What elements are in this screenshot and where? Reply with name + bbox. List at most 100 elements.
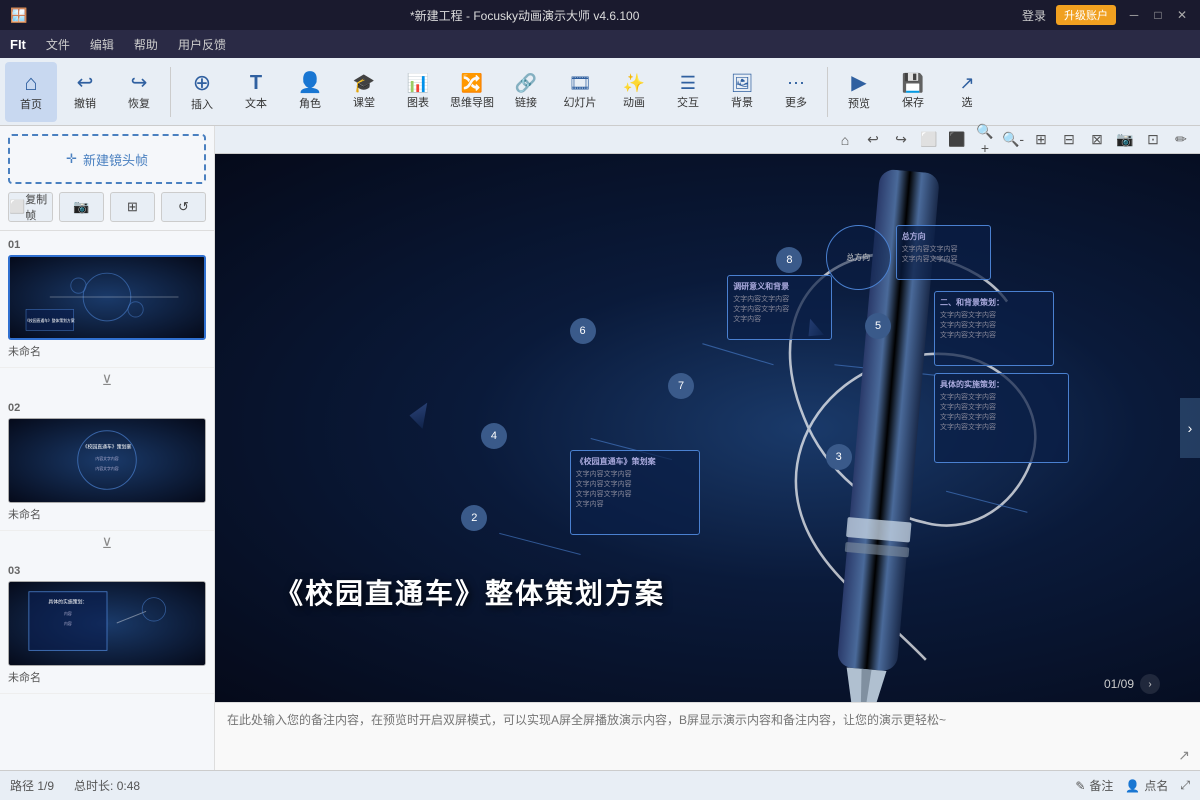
upgrade-button[interactable]: 升级账户 — [1056, 5, 1116, 25]
canvas-edit-btn[interactable]: ✏ — [1170, 129, 1192, 151]
canvas-photo-btn[interactable]: 📷 — [1114, 129, 1136, 151]
canvas-frame1-btn[interactable]: ⬜ — [918, 129, 940, 151]
pres-box-plan2[interactable]: 二、和背景策划： 文字内容文字内容文字内容文字内容文字内容文字内容 — [934, 291, 1054, 366]
pres-num-6[interactable]: 6 — [570, 318, 596, 344]
svg-text:内容: 内容 — [64, 621, 72, 626]
page-current: 01/09 — [1104, 677, 1134, 691]
slide-thumbnail-01: 《校园直通车》整体策划方案 — [8, 255, 206, 340]
slide-item-03[interactable]: 03 具体的实施策划： 内容 内容 未命名 — [0, 557, 214, 694]
toolbar-more[interactable]: ⋯ 更多 — [770, 62, 822, 122]
fit-button[interactable]: ⊞ — [110, 192, 155, 222]
title-bar: 🪟 *新建工程 - Focusky动画演示大师 v4.6.100 登录 升级账户… — [0, 0, 1200, 30]
svg-text:具体的实施策划：: 具体的实施策划： — [48, 598, 87, 605]
right-nav-arrow[interactable]: › — [1180, 398, 1200, 458]
pres-circle-main[interactable]: 总方向 — [826, 225, 891, 290]
close-button[interactable]: ✕ — [1174, 7, 1190, 23]
svg-text:内容: 内容 — [64, 611, 72, 616]
toolbar-link[interactable]: 🔗 链接 — [500, 62, 552, 122]
canvas-lock-btn[interactable]: ⊠ — [1086, 129, 1108, 151]
expand-notes-button[interactable]: ↗ — [1178, 747, 1190, 764]
mindmap-icon: 🔀 — [461, 74, 483, 92]
presentation-canvas[interactable]: 总方向 8 6 7 5 4 3 2 总方向 文字内容文字内容文字内容文字内容 调… — [215, 154, 1200, 702]
animate-icon: ✨ — [623, 74, 645, 92]
toolbar-home[interactable]: ⌂ 首页 — [5, 62, 57, 122]
toolbar-insert[interactable]: ⊕ 插入 — [176, 62, 228, 122]
undo-icon: ↩ — [77, 73, 94, 93]
toolbar-mindmap[interactable]: 🔀 思维导图 — [446, 62, 498, 122]
slide-label-03: 未命名 — [8, 669, 206, 685]
slide-number-02: 02 — [8, 402, 206, 414]
svg-text:《校园直通车》策划案: 《校园直通车》策划案 — [83, 443, 132, 450]
new-frame-button[interactable]: ✛ 新建镜头帧 — [8, 134, 206, 184]
status-left: 路径 1/9 总时长: 0:48 — [10, 777, 140, 794]
insert-icon: ⊕ — [193, 72, 211, 94]
preview-icon: ▶ — [851, 73, 866, 93]
canvas-align-btn[interactable]: ⊟ — [1058, 129, 1080, 151]
toolbar-save[interactable]: 💾 保存 — [887, 62, 939, 122]
menu-item-fit[interactable]: FIt — [10, 37, 26, 52]
link-icon: 🔗 — [515, 74, 537, 92]
toolbar-undo[interactable]: ↩ 撤销 — [59, 62, 111, 122]
menu-item-edit[interactable]: 编辑 — [90, 36, 114, 53]
notes-input[interactable] — [227, 711, 1188, 762]
camera-button[interactable]: 📷 — [59, 192, 104, 222]
pres-num-2[interactable]: 2 — [461, 505, 487, 531]
menu-item-help[interactable]: 帮助 — [134, 36, 158, 53]
transition-02: ⊻ — [0, 531, 214, 557]
canvas-zoom-in-btn[interactable]: 🔍+ — [974, 129, 996, 151]
pres-box-main[interactable]: 《校园直通车》策划案 文字内容文字内容文字内容文字内容文字内容文字内容文字内容 — [570, 450, 700, 535]
pres-box-impl[interactable]: 具体的实施策划： 文字内容文字内容文字内容文字内容文字内容文字内容文字内容文字内… — [934, 373, 1069, 463]
copy-frame-button[interactable]: ⬜ 复制帧 — [8, 192, 53, 222]
slide-item-01[interactable]: 01 《校园直通车》整体策划方案 未命名 — [0, 231, 214, 368]
status-notes-btn[interactable]: ✎ 备注 — [1075, 777, 1113, 794]
canvas-home-btn[interactable]: ⌂ — [834, 129, 856, 151]
toolbar-preview[interactable]: ▶ 预览 — [833, 62, 885, 122]
notes-area: ↗ — [215, 702, 1200, 770]
slide-number-03: 03 — [8, 565, 206, 577]
window-title: *新建工程 - Focusky动画演示大师 v4.6.100 — [27, 7, 1022, 24]
slide-label-02: 未命名 — [8, 506, 206, 522]
menu-item-file[interactable]: 文件 — [46, 36, 70, 53]
status-callout-btn[interactable]: 👤 点名 — [1125, 777, 1168, 794]
redo-icon: ↪ — [131, 73, 148, 93]
toolbar-text[interactable]: T 文本 — [230, 62, 282, 122]
canvas-fit-btn[interactable]: ⊡ — [1142, 129, 1164, 151]
pres-box-top[interactable]: 总方向 文字内容文字内容文字内容文字内容 — [896, 225, 991, 280]
pres-num-4[interactable]: 4 — [481, 423, 507, 449]
transition-icon-01: ⊻ — [102, 372, 112, 388]
canvas-grid-btn[interactable]: ⊞ — [1030, 129, 1052, 151]
chart-icon: 📊 — [407, 74, 429, 92]
toolbar-classroom[interactable]: 🎓 课堂 — [338, 62, 390, 122]
slide-item-02[interactable]: 02 《校园直通车》策划案 内容文字内容 内容文字内容 未命名 — [0, 394, 214, 531]
status-expand-btn[interactable]: ⤢ — [1180, 778, 1190, 793]
system-icons: 🪟 — [10, 7, 27, 24]
toolbar-animate[interactable]: ✨ 动画 — [608, 62, 660, 122]
transition-icon-02: ⊻ — [102, 535, 112, 551]
toolbar-interact[interactable]: ☰ 交互 — [662, 62, 714, 122]
svg-text:《校园直通车》整体策划方案: 《校园直通车》整体策划方案 — [25, 318, 75, 323]
canvas-redo-btn[interactable]: ↪ — [890, 129, 912, 151]
toolbar-role[interactable]: 👤 角色 — [284, 62, 336, 122]
menu-item-feedback[interactable]: 用户反馈 — [178, 36, 226, 53]
toolbar-chart[interactable]: 📊 图表 — [392, 62, 444, 122]
minimize-button[interactable]: ─ — [1126, 7, 1142, 23]
toolbar-redo[interactable]: ↪ 恢复 — [113, 62, 165, 122]
toolbar-slideshow[interactable]: 🎞 幻灯片 — [554, 62, 606, 122]
pres-num-5[interactable]: 5 — [865, 313, 891, 339]
canvas-zoom-out-btn[interactable]: 🔍- — [1002, 129, 1024, 151]
more-icon: ⋯ — [787, 74, 805, 92]
main-content: ✛ 新建镜头帧 ⬜ 复制帧 📷 ⊞ ↺ 01 — [0, 126, 1200, 770]
toolbar-background[interactable]: 🖼 背景 — [716, 62, 768, 122]
canvas-frame2-btn[interactable]: ⬛ — [946, 129, 968, 151]
svg-text:内容文字内容: 内容文字内容 — [95, 456, 118, 461]
rotate-button[interactable]: ↺ — [161, 192, 206, 222]
pres-num-3[interactable]: 3 — [826, 444, 852, 470]
toolbar-select[interactable]: ↗ 选 — [941, 62, 993, 122]
canvas-undo-btn[interactable]: ↩ — [862, 129, 884, 151]
sidebar-actions: ⬜ 复制帧 📷 ⊞ ↺ — [8, 192, 206, 222]
fit-icon: ⊞ — [127, 199, 138, 215]
page-next-btn[interactable]: › — [1140, 674, 1160, 694]
camera-icon: 📷 — [73, 199, 89, 215]
maximize-button[interactable]: □ — [1150, 7, 1166, 23]
login-button[interactable]: 登录 — [1022, 7, 1046, 24]
